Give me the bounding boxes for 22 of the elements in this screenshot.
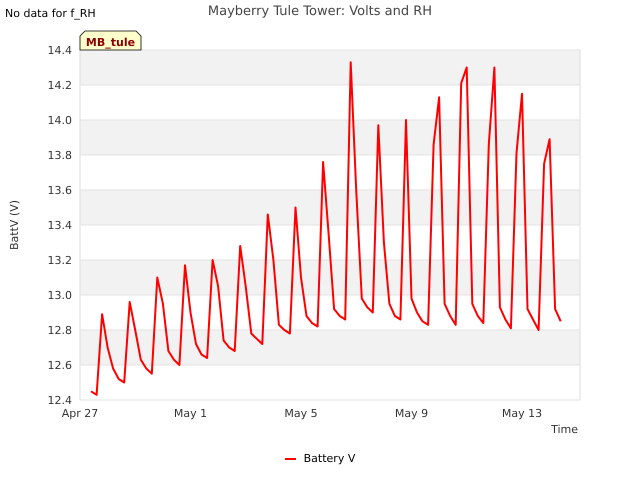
- y-tick-label: 14.2: [48, 79, 72, 92]
- y-tick-label: 13.8: [48, 149, 72, 162]
- y-tick-label: 13.4: [48, 219, 72, 232]
- legend-label: Battery V: [304, 452, 356, 465]
- x-tick-label: May 1: [174, 407, 208, 420]
- y-axis-label: BattV (V): [8, 200, 21, 250]
- y-tick-label: 12.6: [48, 359, 72, 372]
- y-tick-label: 13.6: [48, 184, 72, 197]
- x-tick-label: May 5: [284, 407, 318, 420]
- y-tick-label: 14.4: [48, 44, 72, 57]
- y-tick-label: 12.8: [48, 324, 72, 337]
- y-tick-label: 12.4: [48, 394, 72, 407]
- x-tick-label: May 9: [394, 407, 428, 420]
- chart-title: Mayberry Tule Tower: Volts and RH: [208, 3, 432, 21]
- x-tick-label: May 13: [502, 407, 542, 420]
- y-tick-label: 13.2: [48, 254, 72, 267]
- station-tag: MB_tule: [80, 30, 142, 50]
- y-tick-label: 13.0: [48, 289, 72, 302]
- no-data-notice: No data for f_RH: [5, 7, 96, 20]
- x-tick-label: Apr 27: [62, 407, 98, 420]
- x-axis-label: Time: [551, 423, 578, 436]
- y-tick-label: 14.0: [48, 114, 72, 127]
